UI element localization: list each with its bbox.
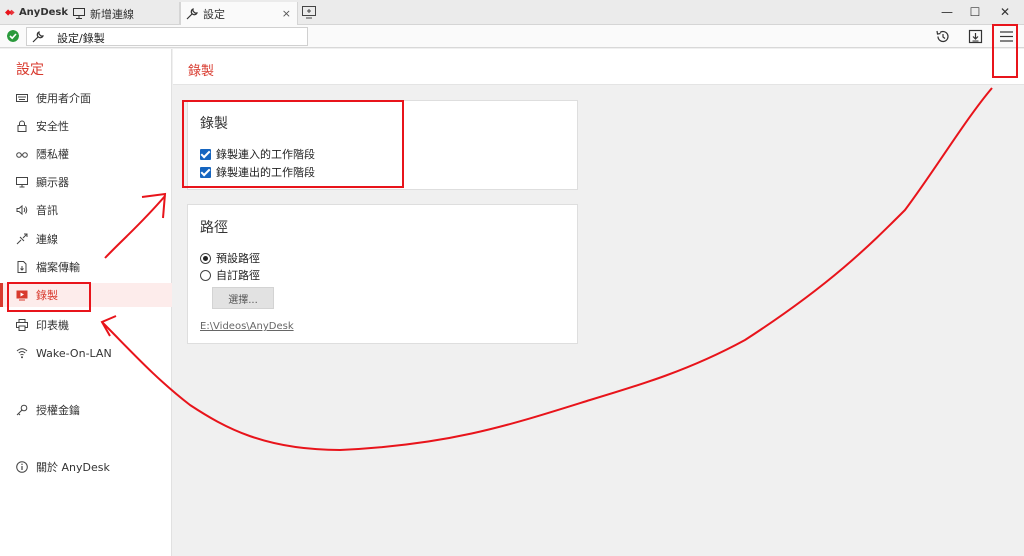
radio-unselected-icon[interactable]	[200, 269, 211, 281]
sidebar-item-label: 關於 AnyDesk	[36, 461, 110, 474]
sidebar-item-label: 檔案傳輸	[36, 261, 80, 274]
history-icon[interactable]	[935, 29, 950, 44]
record-icon	[16, 290, 28, 301]
settings-sidebar: 設定 使用者介面 安全性 隱私權 顯示器 音訊 連線 檔案傳輸 錄製 印表機 W…	[0, 49, 172, 556]
radio-selected-icon[interactable]	[200, 252, 211, 264]
maximize-button[interactable]: ☐	[968, 5, 982, 19]
info-icon	[16, 461, 28, 473]
sidebar-item-recording[interactable]: 錄製	[0, 283, 172, 307]
checkbox-label: 錄製連入的工作階段	[216, 148, 315, 161]
sidebar-item-label: 顯示器	[36, 176, 69, 189]
monitor-icon	[16, 177, 28, 188]
sidebar-item-license-key[interactable]: 授權金鑰	[0, 398, 172, 422]
page-title: 錄製	[188, 64, 215, 79]
tab-settings[interactable]: 設定 ×	[180, 2, 298, 25]
brand-name: AnyDesk	[18, 7, 68, 18]
address-bar: 設定/錄製	[0, 25, 1024, 48]
glasses-icon	[16, 152, 28, 158]
checkbox-label: 錄製連出的工作階段	[216, 166, 315, 179]
new-tab-icon[interactable]	[302, 6, 316, 19]
sidebar-item-audio[interactable]: 音訊	[0, 198, 172, 222]
sidebar-item-about[interactable]: 關於 AnyDesk	[0, 455, 172, 479]
sidebar-item-file-transfer[interactable]: 檔案傳輸	[0, 255, 172, 279]
path-card: 路徑 預設路徑 自訂路徑 選擇... E:\Videos\AnyDesk	[187, 204, 578, 344]
radio-label: 預設路徑	[216, 252, 260, 265]
speaker-icon	[16, 204, 28, 216]
sidebar-title: 設定	[16, 62, 44, 78]
brand: AnyDesk	[0, 0, 68, 25]
file-icon	[17, 261, 27, 273]
checkbox-checked-icon[interactable]	[200, 148, 211, 160]
record-outgoing-checkbox[interactable]: 錄製連出的工作階段	[200, 164, 315, 180]
sidebar-item-label: 連線	[36, 233, 58, 246]
close-window-button[interactable]: ✕	[998, 5, 1012, 19]
anydesk-logo-icon	[5, 9, 15, 16]
custom-path-radio[interactable]: 自訂路徑	[200, 267, 260, 283]
sidebar-item-display[interactable]: 顯示器	[0, 170, 172, 194]
sidebar-item-label: 隱私權	[36, 148, 69, 161]
record-incoming-checkbox[interactable]: 錄製連入的工作階段	[200, 146, 315, 162]
sidebar-item-ui[interactable]: 使用者介面	[0, 86, 172, 110]
choose-path-button[interactable]: 選擇...	[212, 287, 274, 309]
sidebar-item-wake-on-lan[interactable]: Wake-On-LAN	[0, 341, 172, 365]
sidebar-item-label: 安全性	[36, 120, 69, 133]
lock-icon	[17, 120, 27, 132]
sidebar-item-label: 音訊	[36, 204, 58, 217]
printer-icon	[16, 319, 28, 331]
card-title: 路徑	[200, 220, 228, 236]
tab-new-connection[interactable]: 新增連線	[68, 2, 180, 25]
keyboard-icon	[16, 94, 28, 102]
sidebar-item-label: Wake-On-LAN	[36, 346, 112, 360]
sidebar-item-label: 授權金鑰	[36, 404, 80, 417]
current-path-link[interactable]: E:\Videos\AnyDesk	[200, 321, 294, 332]
radio-label: 自訂路徑	[216, 269, 260, 282]
checkbox-checked-icon[interactable]	[200, 166, 211, 178]
sidebar-item-connection[interactable]: 連線	[0, 227, 172, 251]
sidebar-item-label: 錄製	[36, 289, 58, 302]
settings-content: 錄製 錄製 錄製連入的工作階段 錄製連出的工作階段 路徑 預設路徑 自訂路徑 選…	[173, 49, 1024, 556]
menu-icon[interactable]	[999, 29, 1014, 44]
tab-label: 新增連線	[90, 7, 134, 21]
sidebar-item-printer[interactable]: 印表機	[0, 313, 172, 337]
title-bar: AnyDesk 新增連線 設定 × — ☐ ✕	[0, 0, 1024, 25]
recording-card: 錄製 錄製連入的工作階段 錄製連出的工作階段	[187, 100, 578, 190]
card-title: 錄製	[200, 116, 228, 132]
tab-label: 設定	[203, 7, 225, 21]
sidebar-item-security[interactable]: 安全性	[0, 114, 172, 138]
key-icon	[16, 404, 28, 416]
wrench-icon	[32, 31, 44, 43]
download-icon[interactable]	[968, 29, 983, 44]
sidebar-item-label: 印表機	[36, 319, 69, 332]
default-path-radio[interactable]: 預設路徑	[200, 250, 260, 266]
monitor-icon	[73, 8, 85, 19]
sidebar-item-privacy[interactable]: 隱私權	[0, 142, 172, 166]
status-ok-icon	[7, 30, 19, 42]
wrench-icon	[186, 7, 198, 19]
connection-icon	[16, 233, 28, 245]
address-field[interactable]: 設定/錄製	[26, 27, 308, 46]
content-header: 錄製	[173, 49, 1024, 85]
minimize-button[interactable]: —	[940, 5, 954, 19]
tab-close-icon[interactable]: ×	[282, 7, 291, 20]
sidebar-item-label: 使用者介面	[36, 92, 91, 105]
wifi-icon	[16, 348, 28, 359]
address-text: 設定/錄製	[57, 32, 105, 45]
